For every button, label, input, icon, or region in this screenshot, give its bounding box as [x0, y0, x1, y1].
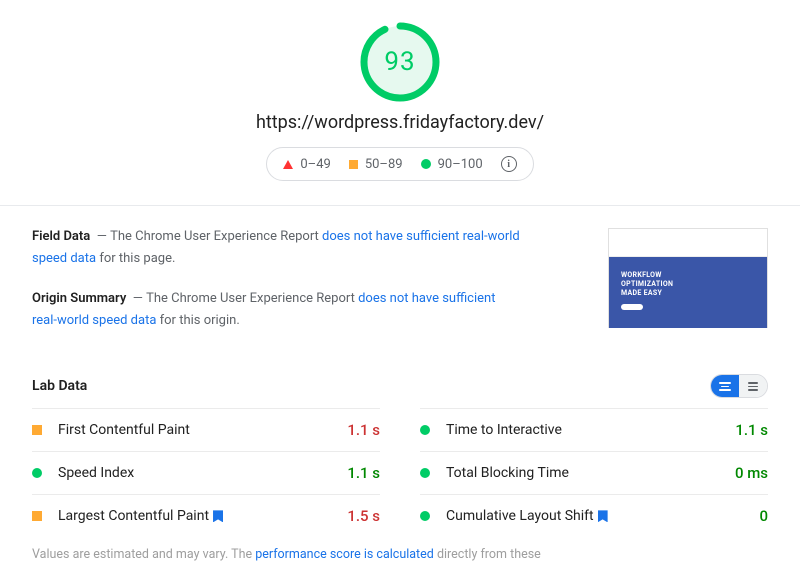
- square-icon: [349, 160, 358, 169]
- circle-icon: [32, 468, 42, 478]
- score-value: 93: [358, 20, 442, 104]
- circle-icon: [420, 425, 430, 435]
- score-legend: 0–49 50–89 90–100 i: [266, 147, 533, 181]
- metric-row[interactable]: Cumulative Layout Shift 0: [420, 494, 768, 537]
- legend-mid: 50–89: [349, 157, 403, 172]
- score-gauge: 93: [358, 20, 442, 104]
- footnote-link[interactable]: performance score is calculated: [255, 547, 434, 562]
- metric-row[interactable]: Largest Contentful Paint 1.5 s: [32, 494, 380, 537]
- triangle-icon: [283, 160, 293, 169]
- circle-icon: [420, 511, 430, 521]
- info-icon[interactable]: i: [501, 156, 517, 172]
- field-data-notice: Field Data — The Chrome User Experience …: [32, 226, 522, 270]
- metric-value: 1.1 s: [347, 421, 380, 439]
- bookmark-icon: [213, 510, 223, 522]
- metric-name: Time to Interactive: [446, 422, 735, 438]
- metric-value: 1.1 s: [347, 464, 380, 482]
- view-toggle-expanded[interactable]: [711, 375, 739, 397]
- page-screenshot[interactable]: WORKFLOW OPTIMIZATION MADE EASY: [608, 228, 768, 328]
- origin-summary-notice: Origin Summary — The Chrome User Experie…: [32, 288, 522, 332]
- metric-value: 1.1 s: [735, 421, 768, 439]
- metric-value: 1.5 s: [347, 507, 380, 525]
- bookmark-icon: [598, 510, 608, 522]
- metric-row[interactable]: First Contentful Paint1.1 s: [32, 408, 380, 451]
- metric-row[interactable]: Total Blocking Time0 ms: [420, 451, 768, 494]
- tested-url: https://wordpress.fridayfactory.dev/: [0, 112, 800, 133]
- metric-name: Speed Index: [58, 465, 347, 481]
- metric-name: Cumulative Layout Shift: [446, 508, 759, 524]
- metric-name: First Contentful Paint: [58, 422, 347, 438]
- square-icon: [32, 425, 42, 435]
- footnote: Values are estimated and may vary. The p…: [0, 537, 800, 562]
- view-toggle-compact[interactable]: [739, 375, 767, 397]
- metric-value: 0 ms: [735, 464, 768, 482]
- metric-row[interactable]: Time to Interactive1.1 s: [420, 408, 768, 451]
- view-toggle[interactable]: [710, 374, 768, 398]
- metric-name: Total Blocking Time: [446, 465, 735, 481]
- square-icon: [32, 511, 42, 521]
- metric-value: 0: [759, 507, 768, 525]
- metric-row[interactable]: Speed Index1.1 s: [32, 451, 380, 494]
- circle-icon: [421, 159, 431, 169]
- circle-icon: [420, 468, 430, 478]
- metric-name: Largest Contentful Paint: [58, 508, 347, 524]
- lab-data-heading: Lab Data: [32, 378, 87, 394]
- legend-poor: 0–49: [283, 157, 330, 172]
- legend-good: 90–100: [421, 157, 483, 172]
